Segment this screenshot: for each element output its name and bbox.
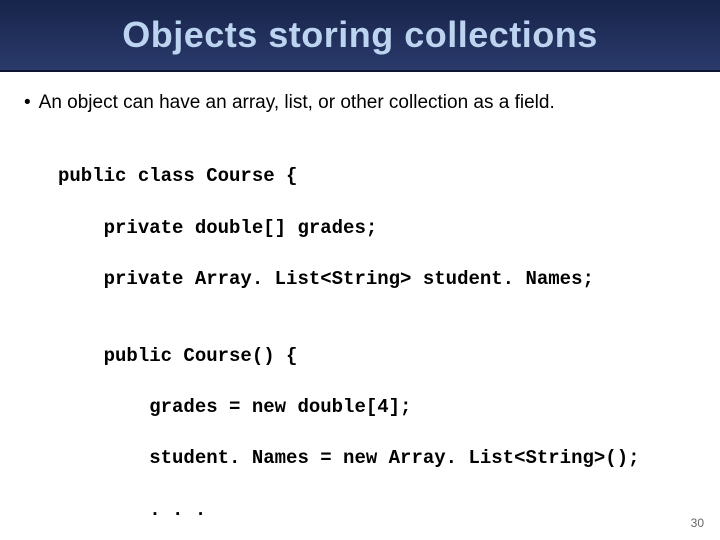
code-line: student. Names = new Array. List<String>…	[58, 446, 696, 472]
slide-content: • An object can have an array, list, or …	[0, 72, 720, 540]
code-block: public class Course { private double[] g…	[58, 139, 696, 540]
code-line: private Array. List<String> student. Nam…	[58, 267, 696, 293]
code-line: grades = new double[4];	[58, 395, 696, 421]
code-line: public class Course {	[58, 164, 696, 190]
code-line: public Course() {	[58, 344, 696, 370]
slide: Objects storing collections • An object …	[0, 0, 720, 540]
title-bar: Objects storing collections	[0, 0, 720, 72]
slide-title: Objects storing collections	[122, 14, 598, 56]
bullet-glyph: •	[24, 90, 31, 117]
bullet-item: • An object can have an array, list, or …	[24, 90, 696, 117]
code-line: . . .	[58, 498, 696, 524]
code-line: private double[] grades;	[58, 216, 696, 242]
page-number: 30	[691, 516, 704, 530]
bullet-text: An object can have an array, list, or ot…	[39, 90, 555, 117]
